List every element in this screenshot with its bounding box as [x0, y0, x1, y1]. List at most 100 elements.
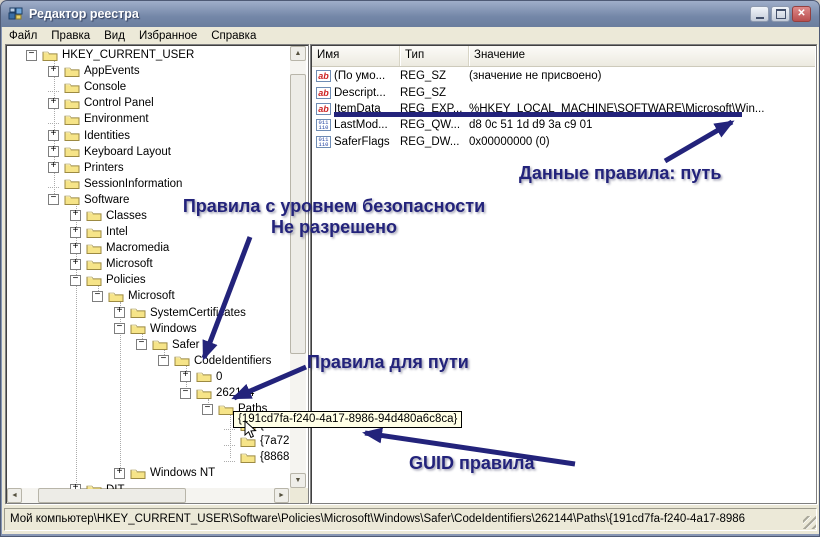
- collapse-icon[interactable]: −: [158, 355, 169, 366]
- scroll-right-button[interactable]: ►: [274, 488, 289, 503]
- resize-grip[interactable]: [803, 516, 816, 529]
- tree-item-label[interactable]: CodeIdentifiers: [194, 355, 271, 367]
- collapse-icon[interactable]: −: [92, 291, 103, 302]
- value-row-itemdata[interactable]: abItemDataREG_EXP...%HKEY_LOCAL_MACHINE\…: [312, 101, 815, 117]
- registry-icon: [8, 6, 24, 22]
- tree-item-label[interactable]: Microsoft: [106, 258, 153, 270]
- tree-item-label[interactable]: Console: [84, 81, 126, 93]
- tree-item-label[interactable]: Printers: [84, 162, 124, 174]
- tree-item-safer[interactable]: − Safer: [7, 337, 289, 353]
- value-name: (По умо...: [334, 70, 385, 82]
- expand-icon[interactable]: +: [48, 98, 59, 109]
- menu-item[interactable]: Вид: [97, 29, 132, 43]
- value-row-saferflags[interactable]: 011110SaferFlagsREG_DW...0x00000000 (0): [312, 134, 815, 150]
- column-header-name[interactable]: Имя: [312, 46, 400, 66]
- tree-item-keyboard-layout[interactable]: + Keyboard Layout: [7, 144, 289, 160]
- column-header-type[interactable]: Тип: [400, 46, 469, 66]
- annotation-security-line2: Не разрешено: [173, 217, 495, 238]
- tree-item-label[interactable]: DIT: [106, 484, 125, 489]
- horizontal-scroll-thumb[interactable]: [38, 488, 186, 503]
- tree-item-hkey-current-user[interactable]: − HKEY_CURRENT_USER: [7, 47, 289, 63]
- tree-item-0[interactable]: +0: [7, 369, 289, 385]
- tree-item-policies[interactable]: − Policies: [7, 272, 289, 288]
- tree-item-systemcertificates[interactable]: + SystemCertificates: [7, 305, 289, 321]
- tree-item-microsoft[interactable]: + Microsoft: [7, 256, 289, 272]
- scroll-left-button[interactable]: ◄: [7, 488, 22, 503]
- tree-item-environment[interactable]: Environment: [7, 111, 289, 127]
- tree-item-label[interactable]: Environment: [84, 113, 149, 125]
- tree-item-identities[interactable]: + Identities: [7, 127, 289, 143]
- menu-item[interactable]: Правка: [44, 29, 97, 43]
- collapse-icon[interactable]: −: [136, 339, 147, 350]
- tree-item-control-panel[interactable]: + Control Panel: [7, 95, 289, 111]
- tree-item-appevents[interactable]: + AppEvents: [7, 63, 289, 79]
- menu-item[interactable]: Файл: [2, 29, 44, 43]
- expand-icon[interactable]: +: [70, 210, 81, 221]
- value-row-descript-[interactable]: abDescript...REG_SZ: [312, 84, 815, 100]
- tree-item-label[interactable]: Macromedia: [106, 242, 169, 254]
- tree-item-label[interactable]: Identities: [84, 130, 130, 142]
- tree-item-sessioninformation[interactable]: SessionInformation: [7, 176, 289, 192]
- tree-item-dit[interactable]: + DIT: [7, 482, 289, 489]
- tree-item-label[interactable]: 262144: [216, 387, 254, 399]
- collapse-icon[interactable]: −: [70, 275, 81, 286]
- tree-item-label[interactable]: Software: [84, 194, 129, 206]
- tree-item-microsoft[interactable]: − Microsoft: [7, 288, 289, 304]
- scroll-up-button[interactable]: ▲: [290, 46, 306, 61]
- expand-icon[interactable]: +: [114, 307, 125, 318]
- tree-item-label[interactable]: Policies: [106, 274, 146, 286]
- expand-icon[interactable]: +: [70, 484, 81, 489]
- tree-item-label[interactable]: Classes: [106, 210, 147, 222]
- tree-item-{8868b733[interactable]: {8868b733: [7, 449, 289, 465]
- tree-item-codeidentifiers[interactable]: − CodeIdentifiers: [7, 353, 289, 369]
- expand-icon[interactable]: +: [48, 66, 59, 77]
- tree-item-label[interactable]: Windows: [150, 323, 197, 335]
- tree-item-label[interactable]: Control Panel: [84, 97, 154, 109]
- folder-icon: [240, 451, 256, 464]
- tree-item-label[interactable]: AppEvents: [84, 65, 140, 77]
- value-list: ab(По умо...REG_SZ(значение не присвоено…: [312, 68, 815, 502]
- tree-item-label[interactable]: Keyboard Layout: [84, 146, 171, 158]
- expand-icon[interactable]: +: [70, 227, 81, 238]
- tree-item-label[interactable]: Microsoft: [128, 290, 175, 302]
- expand-icon[interactable]: +: [114, 468, 125, 479]
- scroll-down-button[interactable]: ▼: [290, 473, 306, 488]
- tree-item-windows-nt[interactable]: + Windows NT: [7, 465, 289, 481]
- value-row-lastmod-[interactable]: 011110LastMod...REG_QW...d8 0c 51 1d d9 …: [312, 117, 815, 133]
- tree-item-label[interactable]: {8868b733: [260, 451, 289, 463]
- menu-item[interactable]: Избранное: [132, 29, 204, 43]
- maximize-button[interactable]: [771, 6, 790, 22]
- tree-item-printers[interactable]: + Printers: [7, 160, 289, 176]
- tree-item-label[interactable]: HKEY_CURRENT_USER: [62, 49, 194, 61]
- expand-icon[interactable]: +: [70, 259, 81, 270]
- collapse-icon[interactable]: −: [202, 404, 213, 415]
- value-row--[interactable]: ab(По умо...REG_SZ(значение не присвоено…: [312, 68, 815, 84]
- expand-icon[interactable]: +: [70, 243, 81, 254]
- tree-item-{7a72edfb[interactable]: {7a72edfb: [7, 433, 289, 449]
- tree-item-label[interactable]: Windows NT: [150, 467, 215, 479]
- menu-item[interactable]: Справка: [204, 29, 263, 43]
- tree-item-label[interactable]: 0: [216, 371, 222, 383]
- expand-icon[interactable]: +: [48, 130, 59, 141]
- collapse-icon[interactable]: −: [48, 194, 59, 205]
- collapse-icon[interactable]: −: [26, 50, 37, 61]
- tree-item-label[interactable]: SessionInformation: [84, 178, 182, 190]
- tree-item-label[interactable]: {7a72edfb: [260, 435, 289, 447]
- column-header-value[interactable]: Значение: [469, 46, 815, 66]
- collapse-icon[interactable]: −: [114, 323, 125, 334]
- close-button[interactable]: ✕: [792, 6, 811, 22]
- tree-item-label[interactable]: SystemCertificates: [150, 307, 246, 319]
- expand-icon[interactable]: +: [48, 146, 59, 157]
- tree-item-label[interactable]: Intel: [106, 226, 128, 238]
- folder-icon: [86, 242, 102, 255]
- expand-icon[interactable]: +: [48, 162, 59, 173]
- tree-item-label[interactable]: Safer: [172, 339, 200, 351]
- tree-item-windows[interactable]: − Windows: [7, 321, 289, 337]
- collapse-icon[interactable]: −: [180, 388, 191, 399]
- tree-item-262144[interactable]: − 262144: [7, 385, 289, 401]
- minimize-button[interactable]: [750, 6, 769, 22]
- expand-icon[interactable]: +: [180, 371, 191, 382]
- tree-item-console[interactable]: Console: [7, 79, 289, 95]
- title-bar[interactable]: Редактор реестра ✕: [1, 1, 819, 27]
- tree-item-macromedia[interactable]: + Macromedia: [7, 240, 289, 256]
